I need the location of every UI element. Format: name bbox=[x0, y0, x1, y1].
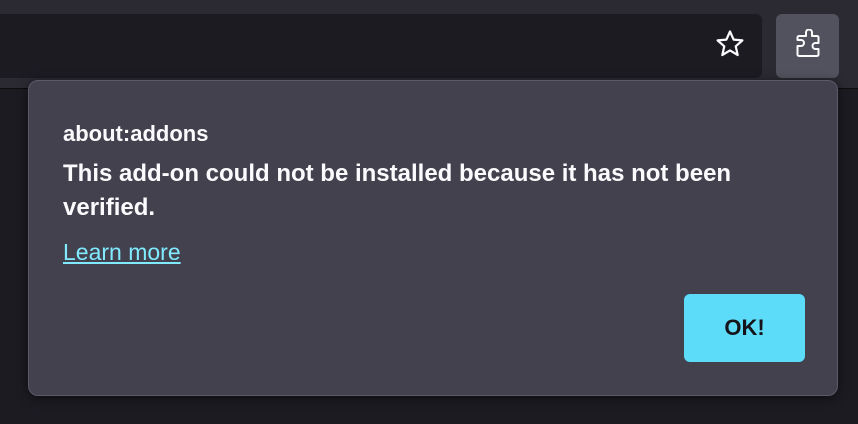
learn-more-link[interactable]: Learn more bbox=[63, 239, 181, 266]
puzzle-piece-icon bbox=[793, 28, 823, 64]
extensions-button[interactable] bbox=[776, 14, 839, 78]
panel-message: This add-on could not be installed becau… bbox=[63, 160, 732, 221]
bookmark-button[interactable] bbox=[706, 28, 754, 64]
star-icon bbox=[714, 28, 746, 65]
url-bar[interactable] bbox=[0, 14, 762, 78]
ok-button[interactable]: OK! bbox=[684, 294, 805, 362]
addon-install-error-panel: about:addons This add-on could not be in… bbox=[28, 80, 838, 396]
panel-title: about:addons bbox=[63, 121, 209, 146]
